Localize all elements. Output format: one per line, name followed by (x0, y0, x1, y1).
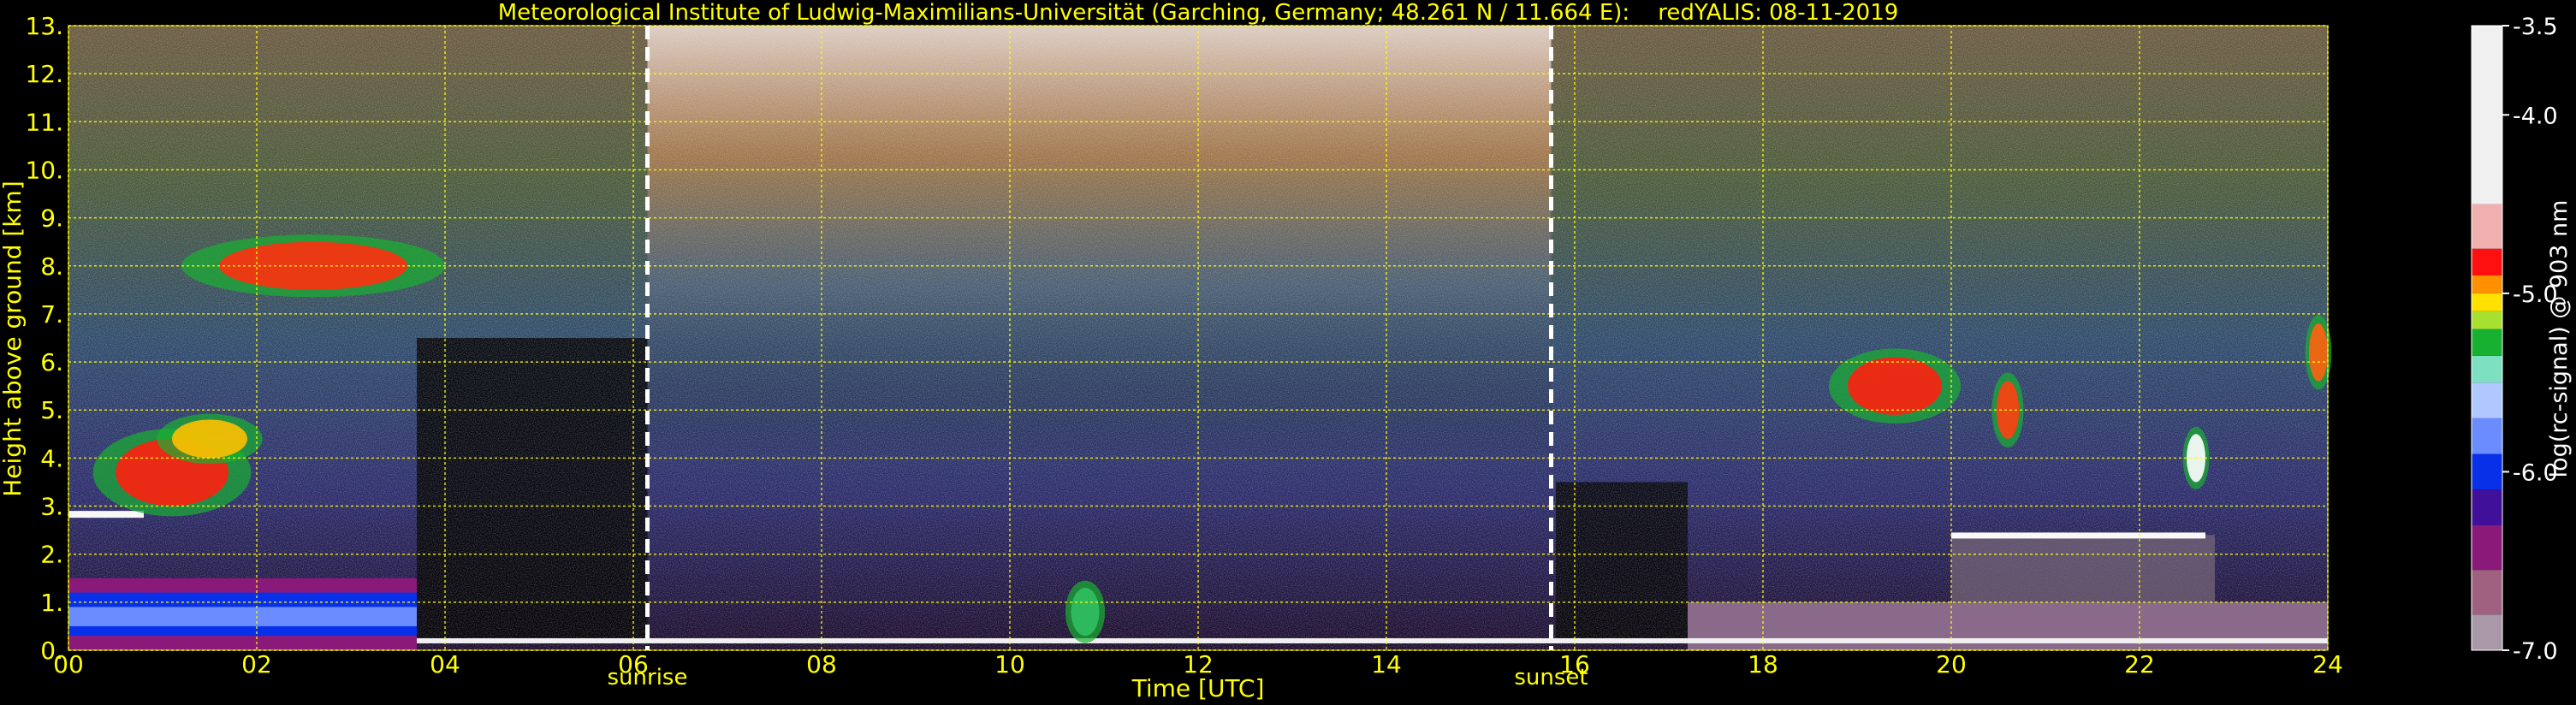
x-tick-label: 14 (1371, 650, 1402, 678)
y-tick-label: 6. (40, 348, 63, 376)
y-tick-label: 9. (40, 204, 63, 233)
colorbar-label: log(rc-signal) @ 903 nm (2546, 200, 2573, 478)
aerosol-top-evening (1951, 532, 2205, 539)
boundary-layer-lightblue (68, 607, 417, 626)
y-tick-label: 3. (40, 493, 63, 521)
colorbar-segment (2472, 204, 2502, 249)
y-tick-label: 10. (25, 156, 63, 184)
chart-title: Meteorological Institute of Ludwig-Maxim… (498, 0, 1899, 26)
chart-svg: sunrise sunset 00 02 04 06 08 10 12 14 16 18 20 22 2… (0, 0, 2573, 702)
colorbar-segment (2472, 248, 2502, 275)
x-tick-label: 24 (2312, 650, 2343, 678)
cloud-evening-4 (2309, 323, 2328, 382)
y-tick-label: 8. (40, 252, 63, 281)
y-tick-label: 12. (25, 60, 63, 88)
colorbar-segment (2472, 382, 2502, 418)
colorbar-segment (2472, 293, 2502, 311)
colorbar-segment (2472, 311, 2502, 329)
lidar-figure: sunrise sunset 00 02 04 06 08 10 12 14 16 18 20 22 2… (0, 0, 2576, 705)
colorbar-segment (2472, 329, 2502, 356)
plot-area (68, 26, 2332, 650)
x-tick-label: 06 (618, 650, 649, 678)
colorbar-segment (2472, 26, 2502, 204)
cloud-evening-1 (1848, 357, 1942, 415)
evening-residual-layer (1951, 535, 2215, 602)
cloud-cirrus-morning (219, 241, 407, 290)
x-tick-label: 18 (1748, 650, 1778, 678)
y-axis-ticks: 0. 1. 2. 3. 4. 5. 6. 7. 8. 9. 10. 11. 12. 13. (25, 12, 63, 665)
y-tick-label: 4. (40, 444, 63, 472)
colorbar-segment (2472, 614, 2502, 650)
y-tick-label: 1. (40, 589, 63, 617)
x-tick-label: 16 (1559, 650, 1590, 678)
colorbar-tick-label: -3.5 (2513, 14, 2558, 40)
x-tick-label: 02 (241, 650, 272, 678)
y-tick-label: 0. (40, 637, 63, 665)
y-tick-label: 13. (25, 12, 63, 40)
colorbar-tick-label: -7.0 (2513, 638, 2558, 665)
plume-midday (1071, 588, 1100, 637)
y-tick-label: 2. (40, 541, 63, 569)
y-tick-label: 5. (40, 396, 63, 424)
y-tick-label: 7. (40, 300, 63, 329)
x-tick-label: 22 (2124, 650, 2155, 678)
colorbar-segment (2472, 275, 2502, 293)
x-tick-label: 08 (806, 650, 837, 678)
x-tick-label: 20 (1936, 650, 1967, 678)
y-tick-label: 11. (25, 108, 63, 136)
colorbar-segment (2472, 525, 2502, 571)
colorbar-segment (2472, 453, 2502, 490)
x-tick-label: 04 (430, 650, 460, 678)
colorbar-segment (2472, 355, 2502, 383)
colorbar-segment (2472, 570, 2502, 615)
colorbar-tick-label: -4.0 (2513, 103, 2558, 129)
colorbar-segment (2472, 489, 2502, 525)
x-tick-label: 10 (994, 650, 1025, 678)
x-axis-label: Time [UTC] (1131, 674, 1265, 702)
colorbar (2471, 25, 2503, 651)
cloud-low-morning-core (172, 419, 247, 459)
surface-return (417, 637, 2328, 643)
aerosol-top-morning (68, 511, 144, 518)
y-axis-label: Height above ground [km] (0, 181, 27, 497)
colorbar-segment (2472, 418, 2502, 454)
